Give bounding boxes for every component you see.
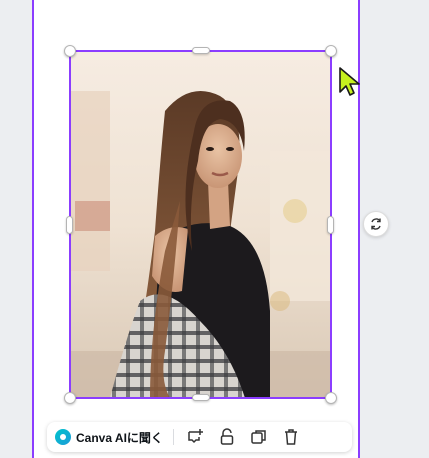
resize-handle-top[interactable] — [192, 47, 210, 54]
selected-image[interactable] — [70, 51, 331, 398]
portrait-photo — [70, 51, 331, 398]
rotate-button[interactable] — [363, 211, 389, 237]
trash-icon[interactable] — [280, 426, 302, 448]
resize-handle-right[interactable] — [327, 216, 334, 234]
lock-icon[interactable] — [216, 426, 238, 448]
rotate-icon — [371, 218, 381, 230]
duplicate-icon[interactable] — [248, 426, 270, 448]
element-toolbar: Canva AIに聞く — [47, 422, 352, 452]
resize-handle-top-left[interactable] — [64, 45, 76, 57]
canva-ai-label: Canva AIに聞く — [76, 430, 163, 445]
canva-ai-icon — [55, 429, 71, 445]
resize-handle-bottom-left[interactable] — [64, 392, 76, 404]
resize-handle-bottom[interactable] — [192, 394, 210, 401]
mouse-cursor-icon — [339, 67, 360, 96]
comment-add-icon[interactable] — [184, 426, 206, 448]
toolbar-divider — [172, 429, 174, 445]
canva-ai-button[interactable]: Canva AIに聞く — [55, 429, 163, 446]
resize-handle-bottom-right[interactable] — [325, 392, 337, 404]
resize-handle-left[interactable] — [66, 216, 73, 234]
resize-handle-top-right[interactable] — [325, 45, 337, 57]
